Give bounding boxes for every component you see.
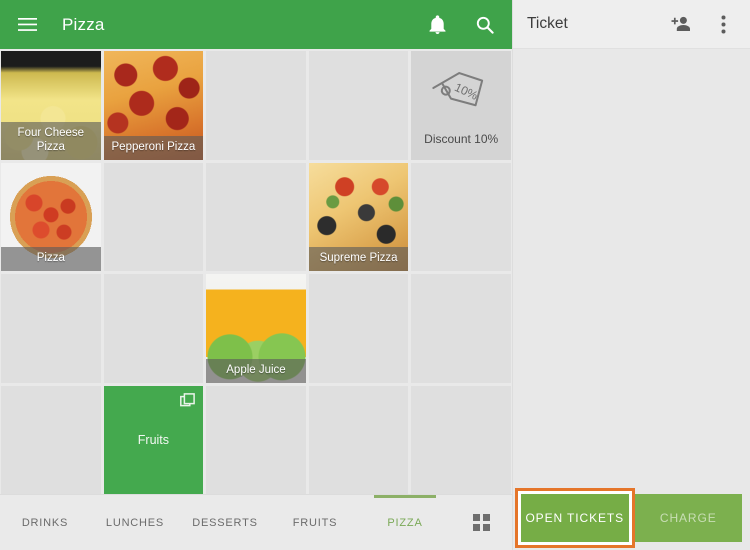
products-pane: Pizza Four Cheese Pizza Pepperoni Pizza 10… [0,0,512,550]
ticket-pane: Ticket OPEN TICKETS CHARGE [512,0,750,550]
ticket-title: Ticket [527,15,568,32]
discount-tile[interactable]: 10% Discount 10% [411,51,511,160]
search-icon[interactable] [472,12,498,38]
empty-tile [411,385,511,494]
category-folder-tile[interactable]: Fruits [103,385,204,494]
tab-fruits[interactable]: FRUITS [270,495,360,550]
page-title: Pizza [62,14,105,34]
ticket-action-bar: OPEN TICKETS CHARGE [513,488,750,550]
tab-desserts[interactable]: DESSERTS [180,495,270,550]
product-grid: Four Cheese Pizza Pepperoni Pizza 10% Disco… [1,51,511,494]
empty-tile [1,274,101,383]
product-tile[interactable]: Pizza [1,162,101,271]
tab-pizza[interactable]: PIZZA [360,495,450,550]
empty-tile [411,274,511,383]
product-tile[interactable]: Four Cheese Pizza [1,51,101,160]
empty-tile [308,274,409,383]
empty-tile [411,162,511,271]
open-tickets-button[interactable]: OPEN TICKETS [521,494,629,542]
hamburger-menu-icon[interactable] [14,12,40,38]
product-tile[interactable]: Pepperoni Pizza [103,51,204,160]
tab-lunches[interactable]: LUNCHES [90,495,180,550]
stacked-squares-icon [180,392,196,413]
category-tabs: DRINKS LUNCHES DESSERTS FRUITS PIZZA [0,495,450,550]
product-tile-label: Apple Juice [206,358,306,383]
empty-tile [206,162,306,271]
empty-tile [308,385,409,494]
grid-view-icon[interactable] [450,514,512,531]
more-vertical-icon[interactable] [710,11,736,37]
empty-tile [206,51,306,160]
product-tile-label: Supreme Pizza [308,247,409,271]
ticket-header: Ticket [513,0,750,49]
category-folder-label: Fruits [137,432,170,447]
bell-icon[interactable] [424,12,450,38]
charge-button[interactable]: CHARGE [634,494,742,542]
product-tile[interactable]: Apple Juice [206,274,306,383]
empty-tile [308,51,409,160]
product-tile-label: Pepperoni Pizza [103,135,204,160]
add-person-icon[interactable] [668,11,694,37]
discount-tile-label: Discount 10% [424,131,499,146]
price-tag-icon: 10% [430,65,492,128]
empty-tile [103,162,204,271]
empty-tile [1,385,101,494]
category-tab-bar: DRINKS LUNCHES DESSERTS FRUITS PIZZA [0,494,512,550]
product-tile-label: Four Cheese Pizza [1,121,101,160]
ticket-items-list [513,49,750,488]
app-bar: Pizza [0,0,512,49]
empty-tile [103,274,204,383]
pos-app: Pizza Four Cheese Pizza Pepperoni Pizza 10… [0,0,750,550]
tab-drinks[interactable]: DRINKS [0,495,90,550]
empty-tile [206,385,306,494]
product-tile-label: Pizza [1,247,101,271]
product-tile[interactable]: Supreme Pizza [308,162,409,271]
product-grid-container: Four Cheese Pizza Pepperoni Pizza 10% Disco… [0,49,512,494]
